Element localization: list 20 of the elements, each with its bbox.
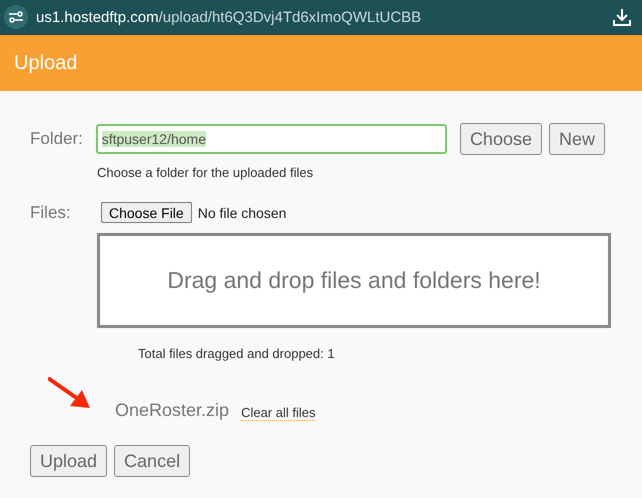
drop-zone[interactable]: Drag and drop files and folders here! xyxy=(97,233,611,328)
site-settings-icon[interactable] xyxy=(4,5,28,29)
page-title: Upload xyxy=(14,52,78,74)
cancel-button[interactable]: Cancel xyxy=(114,445,190,477)
file-status: No file chosen xyxy=(198,204,286,220)
folder-hint: Choose a folder for the uploaded files xyxy=(97,165,314,180)
total-files-text: Total files dragged and dropped: 1 xyxy=(138,346,336,361)
download-icon[interactable] xyxy=(612,7,632,27)
folder-label: Folder: xyxy=(30,129,84,149)
arrow-icon xyxy=(48,377,92,409)
files-label: Files: xyxy=(30,202,72,222)
folder-input[interactable]: sftpuser12/home xyxy=(96,124,447,154)
file-name: OneRoster.zip xyxy=(115,400,230,421)
choose-file-button[interactable]: Choose File xyxy=(101,202,192,223)
upload-button[interactable]: Upload xyxy=(30,445,108,477)
choose-button[interactable]: Choose xyxy=(460,123,542,155)
url-field[interactable]: us1.hostedftp.com/upload/ht6Q3Dvj4Td6xImoQWLtUCBB xyxy=(36,8,604,26)
clear-files-link[interactable]: Clear all files xyxy=(241,405,316,421)
new-button[interactable]: New xyxy=(548,123,605,155)
drop-zone-text: Drag and drop files and folders here! xyxy=(167,267,541,294)
